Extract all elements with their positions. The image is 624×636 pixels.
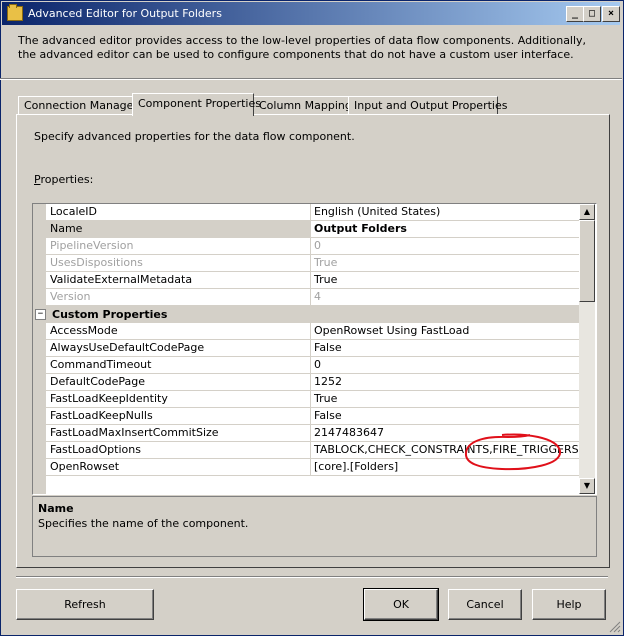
header-divider xyxy=(0,78,622,80)
property-name: Name xyxy=(46,221,311,238)
footer-divider xyxy=(16,576,608,578)
close-button[interactable]: × xyxy=(602,6,620,22)
properties-label-text: roperties: xyxy=(40,173,94,186)
property-row-pipelineversion[interactable]: PipelineVersion 0 xyxy=(33,238,582,255)
property-row-name[interactable]: Name Output Folders xyxy=(33,221,582,238)
property-row-alwaysusedefaultcodepage[interactable]: AlwaysUseDefaultCodePage False xyxy=(33,340,582,357)
tab-column-mappings[interactable]: Column Mappings xyxy=(253,96,358,115)
tab-component-properties[interactable]: Component Properties xyxy=(132,93,261,116)
tab-connection-managers[interactable]: Connection Managers xyxy=(18,96,144,115)
property-value[interactable]: 0 xyxy=(310,357,582,374)
property-name: CommandTimeout xyxy=(46,357,311,374)
property-row-version[interactable]: Version 4 xyxy=(33,289,582,306)
property-value: 4 xyxy=(310,289,582,306)
property-value[interactable]: Output Folders xyxy=(310,221,582,238)
property-name: FastLoadKeepNulls xyxy=(46,408,311,425)
collapse-toggle-icon[interactable]: − xyxy=(35,309,46,320)
property-name: LocaleID xyxy=(46,204,311,221)
property-value[interactable]: 1252 xyxy=(310,374,582,391)
title-bar[interactable]: Advanced Editor for Output Folders _ □ × xyxy=(2,2,620,25)
property-name: DefaultCodePage xyxy=(46,374,311,391)
tab-input-output-properties[interactable]: Input and Output Properties xyxy=(348,96,507,115)
property-name: AccessMode xyxy=(46,323,311,340)
property-row-accessmode[interactable]: AccessMode OpenRowset Using FastLoad xyxy=(33,323,582,340)
help-button[interactable]: Help xyxy=(532,589,606,620)
resize-grip-icon[interactable] xyxy=(609,621,621,633)
property-name: OpenRowset xyxy=(46,459,311,476)
property-value[interactable]: OpenRowset Using FastLoad xyxy=(310,323,582,340)
help-title: Name xyxy=(38,502,74,515)
panel-description: Specify advanced properties for the data… xyxy=(34,130,355,143)
help-text: Specifies the name of the component. xyxy=(38,517,249,530)
category-custom-properties[interactable]: − Custom Properties xyxy=(33,306,579,323)
property-value[interactable]: True xyxy=(310,272,582,289)
property-value[interactable]: False xyxy=(310,408,582,425)
property-row-localeid[interactable]: LocaleID English (United States) xyxy=(33,204,582,221)
property-value: True xyxy=(310,255,582,272)
window-title: Advanced Editor for Output Folders xyxy=(28,7,222,20)
property-value[interactable]: True xyxy=(310,391,582,408)
property-name: Version xyxy=(46,289,311,306)
property-value[interactable]: English (United States) xyxy=(310,204,582,221)
property-row-fastloadkeepnulls[interactable]: FastLoadKeepNulls False xyxy=(33,408,582,425)
maximize-button[interactable]: □ xyxy=(583,6,601,22)
ok-button[interactable]: OK xyxy=(363,588,439,621)
property-name: FastLoadOptions xyxy=(46,442,311,459)
category-label: Custom Properties xyxy=(52,308,168,321)
property-row-defaultcodepage[interactable]: DefaultCodePage 1252 xyxy=(33,374,582,391)
refresh-button[interactable]: Refresh xyxy=(16,589,154,620)
property-name: ValidateExternalMetadata xyxy=(46,272,311,289)
editor-description: The advanced editor provides access to t… xyxy=(18,34,587,61)
properties-label: Properties: xyxy=(34,173,93,186)
property-row-fastloadkeepidentity[interactable]: FastLoadKeepIdentity True xyxy=(33,391,582,408)
minimize-button[interactable]: _ xyxy=(566,6,584,22)
scroll-down-arrow-icon[interactable]: ▼ xyxy=(579,478,595,494)
folder-icon xyxy=(7,4,23,21)
property-row-validateexternalmetadata[interactable]: ValidateExternalMetadata True xyxy=(33,272,582,289)
property-name: FastLoadKeepIdentity xyxy=(46,391,311,408)
property-help-pane: Name Specifies the name of the component… xyxy=(32,496,597,557)
annotation-circle-icon xyxy=(465,433,561,471)
property-value: 0 xyxy=(310,238,582,255)
scroll-up-arrow-icon[interactable]: ▲ xyxy=(579,204,595,220)
property-name: PipelineVersion xyxy=(46,238,311,255)
property-name: UsesDispositions xyxy=(46,255,311,272)
cancel-button[interactable]: Cancel xyxy=(448,589,522,620)
property-row-commandtimeout[interactable]: CommandTimeout 0 xyxy=(33,357,582,374)
grid-scrollbar[interactable]: ▲ ▼ xyxy=(579,204,595,494)
scroll-thumb[interactable] xyxy=(579,220,595,302)
property-row-usesdispositions[interactable]: UsesDispositions True xyxy=(33,255,582,272)
property-value[interactable]: False xyxy=(310,340,582,357)
property-name: FastLoadMaxInsertCommitSize xyxy=(46,425,311,442)
property-name: AlwaysUseDefaultCodePage xyxy=(46,340,311,357)
